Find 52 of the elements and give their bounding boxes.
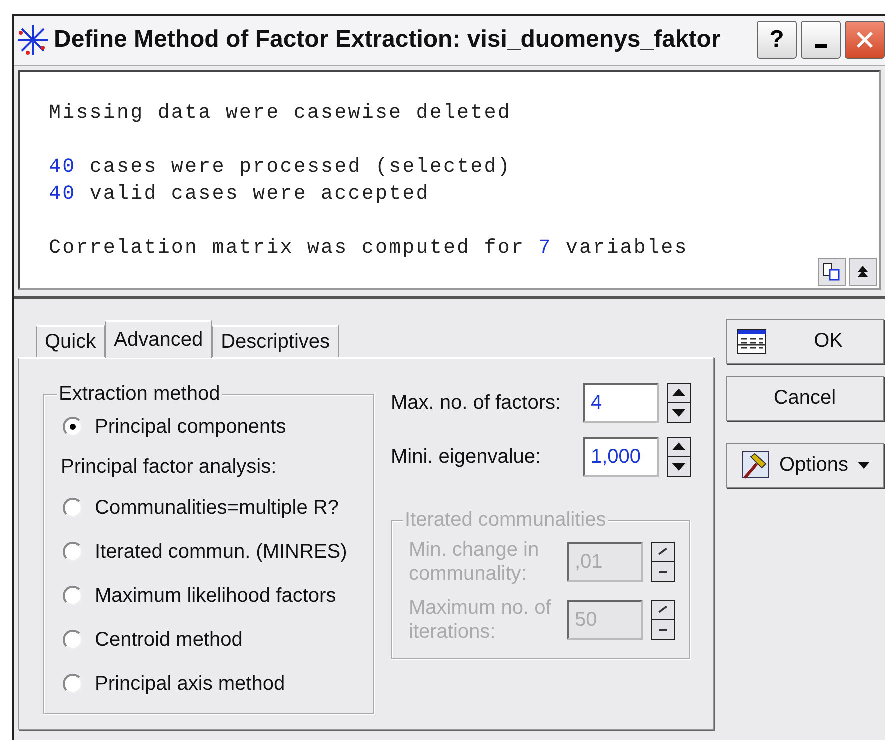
group-title: Extraction method xyxy=(58,383,222,406)
close-icon xyxy=(855,30,875,50)
radio-button[interactable] xyxy=(63,417,83,437)
option-label: Principal axis method xyxy=(95,672,286,696)
radio-button[interactable] xyxy=(63,586,83,606)
radio-button[interactable] xyxy=(63,630,83,650)
option-label: Centroid method xyxy=(95,628,243,652)
collapse-button[interactable] xyxy=(849,258,877,286)
output-line: 40 cases were processed (selected) xyxy=(49,154,512,181)
spinner[interactable] xyxy=(667,383,691,423)
close-button[interactable] xyxy=(845,21,885,60)
group-title: Iterated communalities xyxy=(404,509,608,532)
window-title: Define Method of Factor Extraction: visi_duomenys_faktor xyxy=(54,26,722,54)
number-field[interactable]: 4 xyxy=(583,383,659,423)
ok-button[interactable]: OK xyxy=(726,319,884,364)
radio-button[interactable] xyxy=(63,542,83,562)
field-label: Maximum no. of iterations: xyxy=(409,596,552,644)
radio-button[interactable] xyxy=(63,674,83,694)
option-label: Communalities=multiple R? xyxy=(95,496,339,520)
radio-option[interactable]: Communalities=multiple R? xyxy=(63,493,359,523)
radio-button[interactable] xyxy=(63,498,83,518)
cancel-button[interactable]: Cancel xyxy=(726,376,884,421)
option-label: Iterated commun. (MINRES) xyxy=(95,540,348,564)
number-field[interactable]: 1,000 xyxy=(583,437,659,477)
spinner[interactable] xyxy=(667,437,691,477)
star-icon xyxy=(16,23,50,58)
tab[interactable]: Advanced xyxy=(105,320,212,358)
option-label: Principal components xyxy=(95,416,286,438)
radio-option[interactable]: Principal axis method xyxy=(63,669,359,699)
option-label: Maximum likelihood factors xyxy=(95,584,336,608)
field-label: Min. change in communality: xyxy=(409,538,540,586)
options-button[interactable]: Options xyxy=(726,443,884,488)
output-line: Missing data were casewise deleted xyxy=(49,100,512,127)
radio-option[interactable]: Iterated commun. (MINRES) xyxy=(63,537,359,567)
radio-option[interactable]: Maximum likelihood factors xyxy=(63,581,359,611)
caret-icon xyxy=(858,462,870,470)
section-label: Principal factor analysis: xyxy=(61,456,278,479)
radio-option[interactable]: Centroid method xyxy=(63,625,359,655)
radio-option[interactable]: Principal components xyxy=(63,412,359,442)
minimize-button[interactable] xyxy=(801,21,841,60)
field-label: Mini. eigenvalue: xyxy=(391,445,542,469)
hammer-icon xyxy=(740,450,770,480)
output-line: Correlation matrix was computed for 7 variables xyxy=(49,236,690,262)
help-button[interactable]: ? xyxy=(757,21,797,60)
tab[interactable]: Descriptives xyxy=(212,325,340,357)
output-line: 40 valid cases were accepted xyxy=(49,182,431,208)
minimize-icon xyxy=(815,44,827,48)
field-label: Max. no. of factors: xyxy=(391,391,562,415)
table-icon xyxy=(737,328,767,354)
tab[interactable]: Quick xyxy=(36,325,106,357)
copy-button[interactable] xyxy=(818,258,846,286)
copy-icon xyxy=(822,262,842,282)
